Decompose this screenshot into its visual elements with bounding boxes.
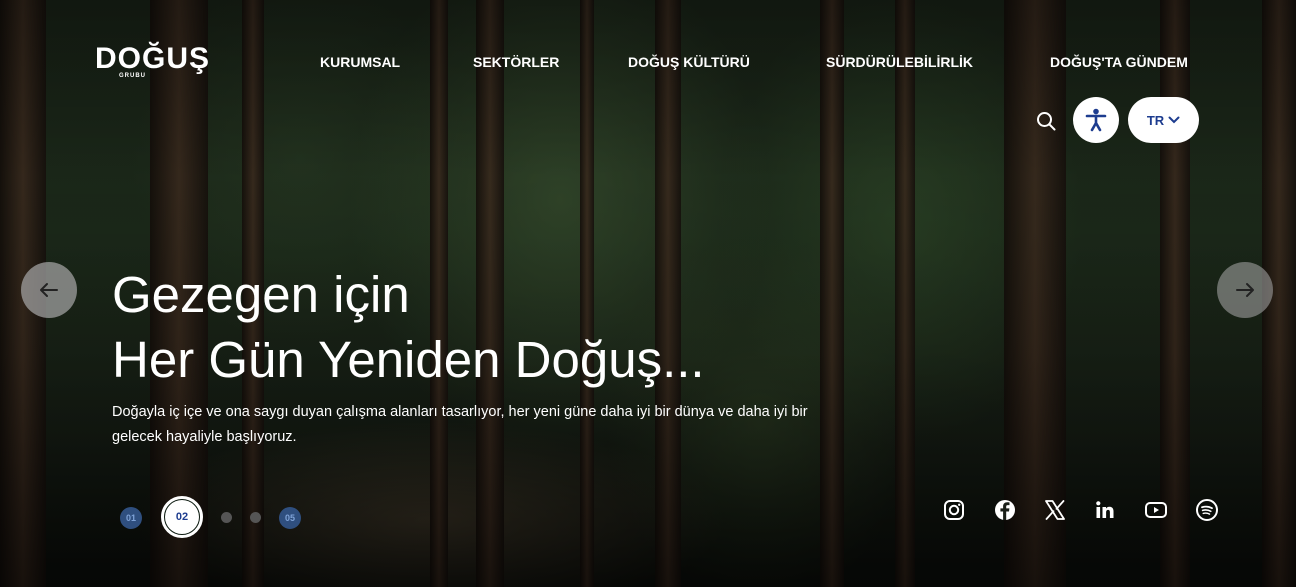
pager-dot-first[interactable]: 01 (120, 507, 142, 529)
hero-headline: Gezegen için Her Gün Yeniden Doğuş... (112, 262, 705, 392)
language-label: TR (1146, 112, 1165, 128)
spotify-icon (1196, 499, 1218, 521)
accessibility-icon (1085, 108, 1107, 132)
headline-line-2: Her Gün Yeniden Doğuş... (112, 331, 705, 388)
youtube-link[interactable] (1144, 498, 1168, 522)
brand-name: DOĞUŞ (95, 42, 211, 75)
linkedin-link[interactable] (1093, 498, 1117, 522)
brand-sub: GRUBU (119, 73, 146, 79)
x-link[interactable] (1043, 498, 1067, 522)
spotify-link[interactable] (1195, 498, 1219, 522)
pager-dot-current[interactable]: 02 (161, 496, 203, 538)
hero-description: Doğayla iç içe ve ona saygı duyan çalışm… (112, 404, 808, 445)
accessibility-button[interactable] (1073, 97, 1119, 143)
arrow-left-icon (40, 283, 58, 297)
search-icon (1037, 112, 1056, 131)
pager-dot-last[interactable]: 05 (279, 507, 301, 529)
pager-current-label: 02 (165, 500, 199, 534)
facebook-icon (995, 500, 1015, 520)
chevron-down-icon (1168, 116, 1180, 124)
pager-dot[interactable] (250, 512, 261, 523)
language-select[interactable]: TR (1128, 97, 1199, 143)
brand-logo[interactable]: DOĞUŞ GRUBU (95, 42, 211, 80)
search-button[interactable] (1036, 111, 1056, 131)
nav-item-gundem[interactable]: DOĞUŞ'TA GÜNDEM (1050, 54, 1188, 70)
nav-item-dogus-kulturu[interactable]: DOĞUŞ KÜLTÜRÜ (628, 54, 750, 70)
nav-item-surdurulebilirlik[interactable]: SÜRDÜRÜLEBİLİRLİK (826, 54, 973, 70)
pager-dot[interactable] (221, 512, 232, 523)
prev-slide-button[interactable] (21, 262, 77, 318)
arrow-right-icon (1236, 283, 1254, 297)
nav-item-kurumsal[interactable]: KURUMSAL (320, 54, 400, 70)
headline-line-1: Gezegen için (112, 266, 410, 323)
x-twitter-icon (1045, 500, 1065, 520)
nav-item-sektorler[interactable]: SEKTÖRLER (473, 54, 559, 70)
hero-slider: DOĞUŞ GRUBU KURUMSAL SEKTÖRLER DOĞUŞ KÜL… (0, 0, 1296, 587)
instagram-icon (944, 500, 964, 520)
youtube-icon (1145, 502, 1167, 518)
facebook-link[interactable] (993, 498, 1017, 522)
next-slide-button[interactable] (1217, 262, 1273, 318)
instagram-link[interactable] (942, 498, 966, 522)
linkedin-icon (1096, 501, 1114, 518)
